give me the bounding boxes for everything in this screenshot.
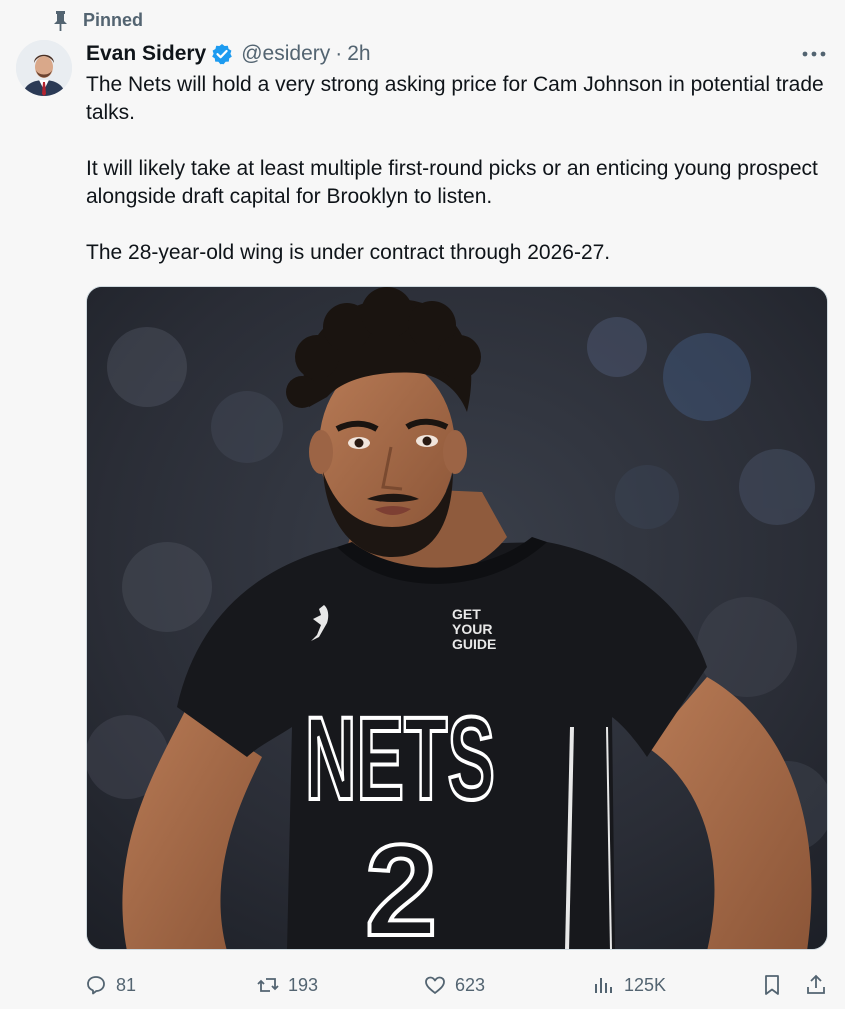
repost-count: 193 xyxy=(288,974,319,995)
verified-badge-icon xyxy=(212,44,233,65)
author-handle[interactable]: @esidery xyxy=(241,42,330,66)
jersey-sponsor-line: GUIDE xyxy=(452,636,496,652)
tweet-paragraph: It will likely take at least multiple fi… xyxy=(86,157,818,208)
pinned-label: Pinned xyxy=(83,10,144,30)
jersey-number-text: 2 xyxy=(365,817,437,950)
reply-count: 81 xyxy=(116,974,137,995)
pin-icon xyxy=(54,10,67,31)
views-count: 125K xyxy=(624,974,667,995)
repost-button[interactable]: 193 xyxy=(256,968,318,1002)
avatar-image xyxy=(16,40,72,96)
share-button[interactable] xyxy=(804,968,828,1002)
like-count: 623 xyxy=(455,974,486,995)
reply-button[interactable]: 81 xyxy=(84,968,136,1002)
views-button[interactable]: 125K xyxy=(592,968,666,1002)
bookmark-icon xyxy=(765,975,779,995)
tweet-media[interactable]: GET YOUR GUIDE NETS 2 xyxy=(86,286,828,950)
jersey-sponsor-line: GET xyxy=(452,606,481,622)
pinned-row: Pinned xyxy=(52,10,143,31)
more-dots-icon xyxy=(802,51,826,57)
timestamp[interactable]: 2h xyxy=(347,42,370,66)
avatar[interactable] xyxy=(16,40,72,96)
tweet-text: The Nets will hold a very strong asking … xyxy=(86,71,826,295)
views-chart-icon xyxy=(595,978,612,993)
tweet-paragraph: The Nets will hold a very strong asking … xyxy=(86,73,824,124)
separator-dot: · xyxy=(335,42,343,65)
action-bar: 81 193 623 125K xyxy=(84,968,830,1002)
tweet-header: Evan Sidery @esidery · 2h xyxy=(86,40,829,68)
like-button[interactable]: 623 xyxy=(423,968,485,1002)
reply-icon xyxy=(87,976,105,995)
author-name[interactable]: Evan Sidery xyxy=(86,42,206,66)
tweet[interactable]: Pinned Evan Sidery @esidery · 2h The Net… xyxy=(0,0,845,1009)
jersey-sponsor-line: YOUR xyxy=(452,621,492,637)
share-icon xyxy=(807,974,825,994)
jersey-team-text: NETS xyxy=(305,693,495,825)
heart-icon xyxy=(425,976,445,994)
tweet-paragraph: The 28-year-old wing is under contract t… xyxy=(86,241,611,264)
more-options-button[interactable] xyxy=(799,42,829,66)
repost-icon xyxy=(257,978,279,992)
bookmark-button[interactable] xyxy=(760,968,784,1002)
player-photo: GET YOUR GUIDE NETS 2 xyxy=(87,287,827,950)
